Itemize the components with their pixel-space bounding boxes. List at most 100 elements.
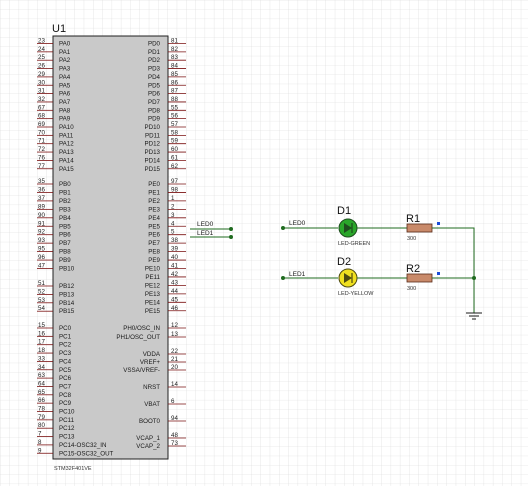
pin-label: PC10 — [59, 409, 75, 416]
pin-label: PC8 — [59, 392, 72, 399]
pin-label: PE8 — [148, 249, 160, 256]
pin-number: 60 — [171, 146, 178, 153]
pin-number: 55 — [171, 104, 178, 111]
pin-number: 83 — [171, 54, 178, 61]
pin-label: PC11 — [59, 417, 75, 424]
schematic-canvas[interactable]: U1 STM32F401VE 23 PA024 PA125 PA226 PA329 PA4… — [0, 0, 528, 486]
d2-ref-label: D2 — [337, 256, 351, 268]
pin-label: PC12 — [59, 425, 75, 432]
pin-number: 26 — [38, 63, 45, 70]
pin-number: 13 — [171, 331, 178, 338]
pin-number: 53 — [38, 297, 45, 304]
pin-label: PB12 — [59, 283, 75, 290]
pin-number: 18 — [38, 347, 45, 354]
pin-label: PB14 — [59, 300, 75, 307]
pin-label: VCAP_2 — [136, 443, 160, 450]
pin-number: 87 — [171, 88, 178, 95]
pin-label: BOOT0 — [139, 418, 161, 425]
pin-number: 63 — [38, 372, 45, 379]
pin-number: 43 — [171, 279, 178, 286]
pin-number: 15 — [38, 322, 45, 329]
pin-label: PB15 — [59, 308, 75, 315]
pin-number: 48 — [171, 432, 178, 439]
pin-label: VBAT — [144, 401, 160, 408]
pin-number: 20 — [171, 364, 178, 371]
r2-selection-marker — [437, 272, 440, 275]
pin-number: 82 — [171, 46, 178, 53]
pin-number: 80 — [38, 422, 45, 429]
pin-label: PD6 — [148, 91, 161, 98]
pin-number: 35 — [38, 178, 45, 185]
pin-number: 33 — [38, 355, 45, 362]
r1-ref-label: R1 — [406, 213, 420, 225]
r1-body — [406, 223, 433, 233]
pin-number: 12 — [171, 322, 178, 329]
pin-label: PC3 — [59, 350, 72, 357]
pin-label: PA1 — [59, 49, 71, 56]
pin-label: VDDA — [143, 351, 161, 358]
pin-number: 31 — [38, 88, 45, 95]
mcu-ref-label: U1 — [52, 23, 66, 35]
pin-label: PD11 — [145, 132, 161, 139]
pin-label: PA9 — [59, 116, 71, 123]
pin-label: PB4 — [59, 215, 71, 222]
pin-number: 93 — [38, 237, 45, 244]
pin-number: 36 — [38, 186, 45, 193]
net-label-led1-mcu: LED1 — [197, 230, 214, 237]
pin-number: 37 — [38, 195, 45, 202]
pin-label: PA6 — [59, 91, 71, 98]
pin-number: 62 — [171, 163, 178, 170]
pin-label: PB1 — [59, 189, 71, 196]
pin-number: 45 — [171, 296, 178, 303]
pin-label: PA13 — [59, 149, 74, 156]
pin-label: PE0 — [148, 181, 160, 188]
pin-number: 30 — [38, 79, 45, 86]
net-label-led1-d2: LED1 — [289, 271, 306, 278]
pin-label: PE1 — [148, 189, 160, 196]
pin-label: PB7 — [59, 240, 71, 247]
r2-value-label: 300 — [407, 286, 416, 292]
pin-label: PH1/OSC_OUT — [116, 334, 160, 341]
pin-label: PD9 — [148, 116, 161, 123]
pin-number: 46 — [171, 305, 178, 312]
pin-number: 81 — [171, 38, 178, 45]
pin-number: 78 — [38, 406, 45, 413]
net-label-led0-d1: LED0 — [289, 220, 306, 227]
pin-number: 42 — [171, 271, 178, 278]
pin-number: 4 — [171, 220, 175, 227]
mcu-u1[interactable]: U1 STM32F401VE 23 PA024 PA125 PA226 PA329 PA4… — [37, 23, 186, 472]
pin-label: PD7 — [148, 99, 161, 106]
pin-label: PB0 — [59, 181, 71, 188]
pin-number: 64 — [38, 380, 45, 387]
pin-number: 98 — [171, 186, 178, 193]
pin-label: PA14 — [59, 157, 74, 164]
pin-label: PA11 — [59, 132, 74, 139]
pin-label: PB9 — [59, 257, 71, 264]
pin-label: PE15 — [145, 308, 161, 315]
pin-label: NRST — [143, 384, 160, 391]
pin-label: PD14 — [145, 157, 161, 164]
pin-label: VSSA/VREF- — [123, 367, 160, 374]
pin-label: PD0 — [148, 41, 161, 48]
pin-label: PA2 — [59, 57, 71, 64]
pin-number: 72 — [38, 146, 45, 153]
pin-label: PC9 — [59, 400, 72, 407]
pin-number: 88 — [171, 96, 178, 103]
pin-number: 22 — [171, 348, 178, 355]
pin-label: PE12 — [145, 282, 161, 289]
pin-number: 16 — [38, 330, 45, 337]
pin-label: PA3 — [59, 66, 71, 73]
mcu-part-label: STM32F401VE — [54, 466, 92, 472]
pin-number: 79 — [38, 414, 45, 421]
pin-label: PC14-OSC32_IN — [59, 442, 106, 449]
pin-number: 5 — [171, 229, 175, 236]
pin-label: PE5 — [148, 223, 160, 230]
pin-label: PD1 — [148, 49, 161, 56]
pin-label: PD3 — [148, 66, 161, 73]
pin-number: 8 — [38, 439, 42, 446]
pin-label: PC15-OSC32_OUT — [59, 450, 114, 457]
pin-label: PE7 — [148, 240, 160, 247]
pin-label: PD13 — [145, 149, 161, 156]
pin-label: PE4 — [148, 215, 160, 222]
pin-number: 32 — [38, 96, 45, 103]
